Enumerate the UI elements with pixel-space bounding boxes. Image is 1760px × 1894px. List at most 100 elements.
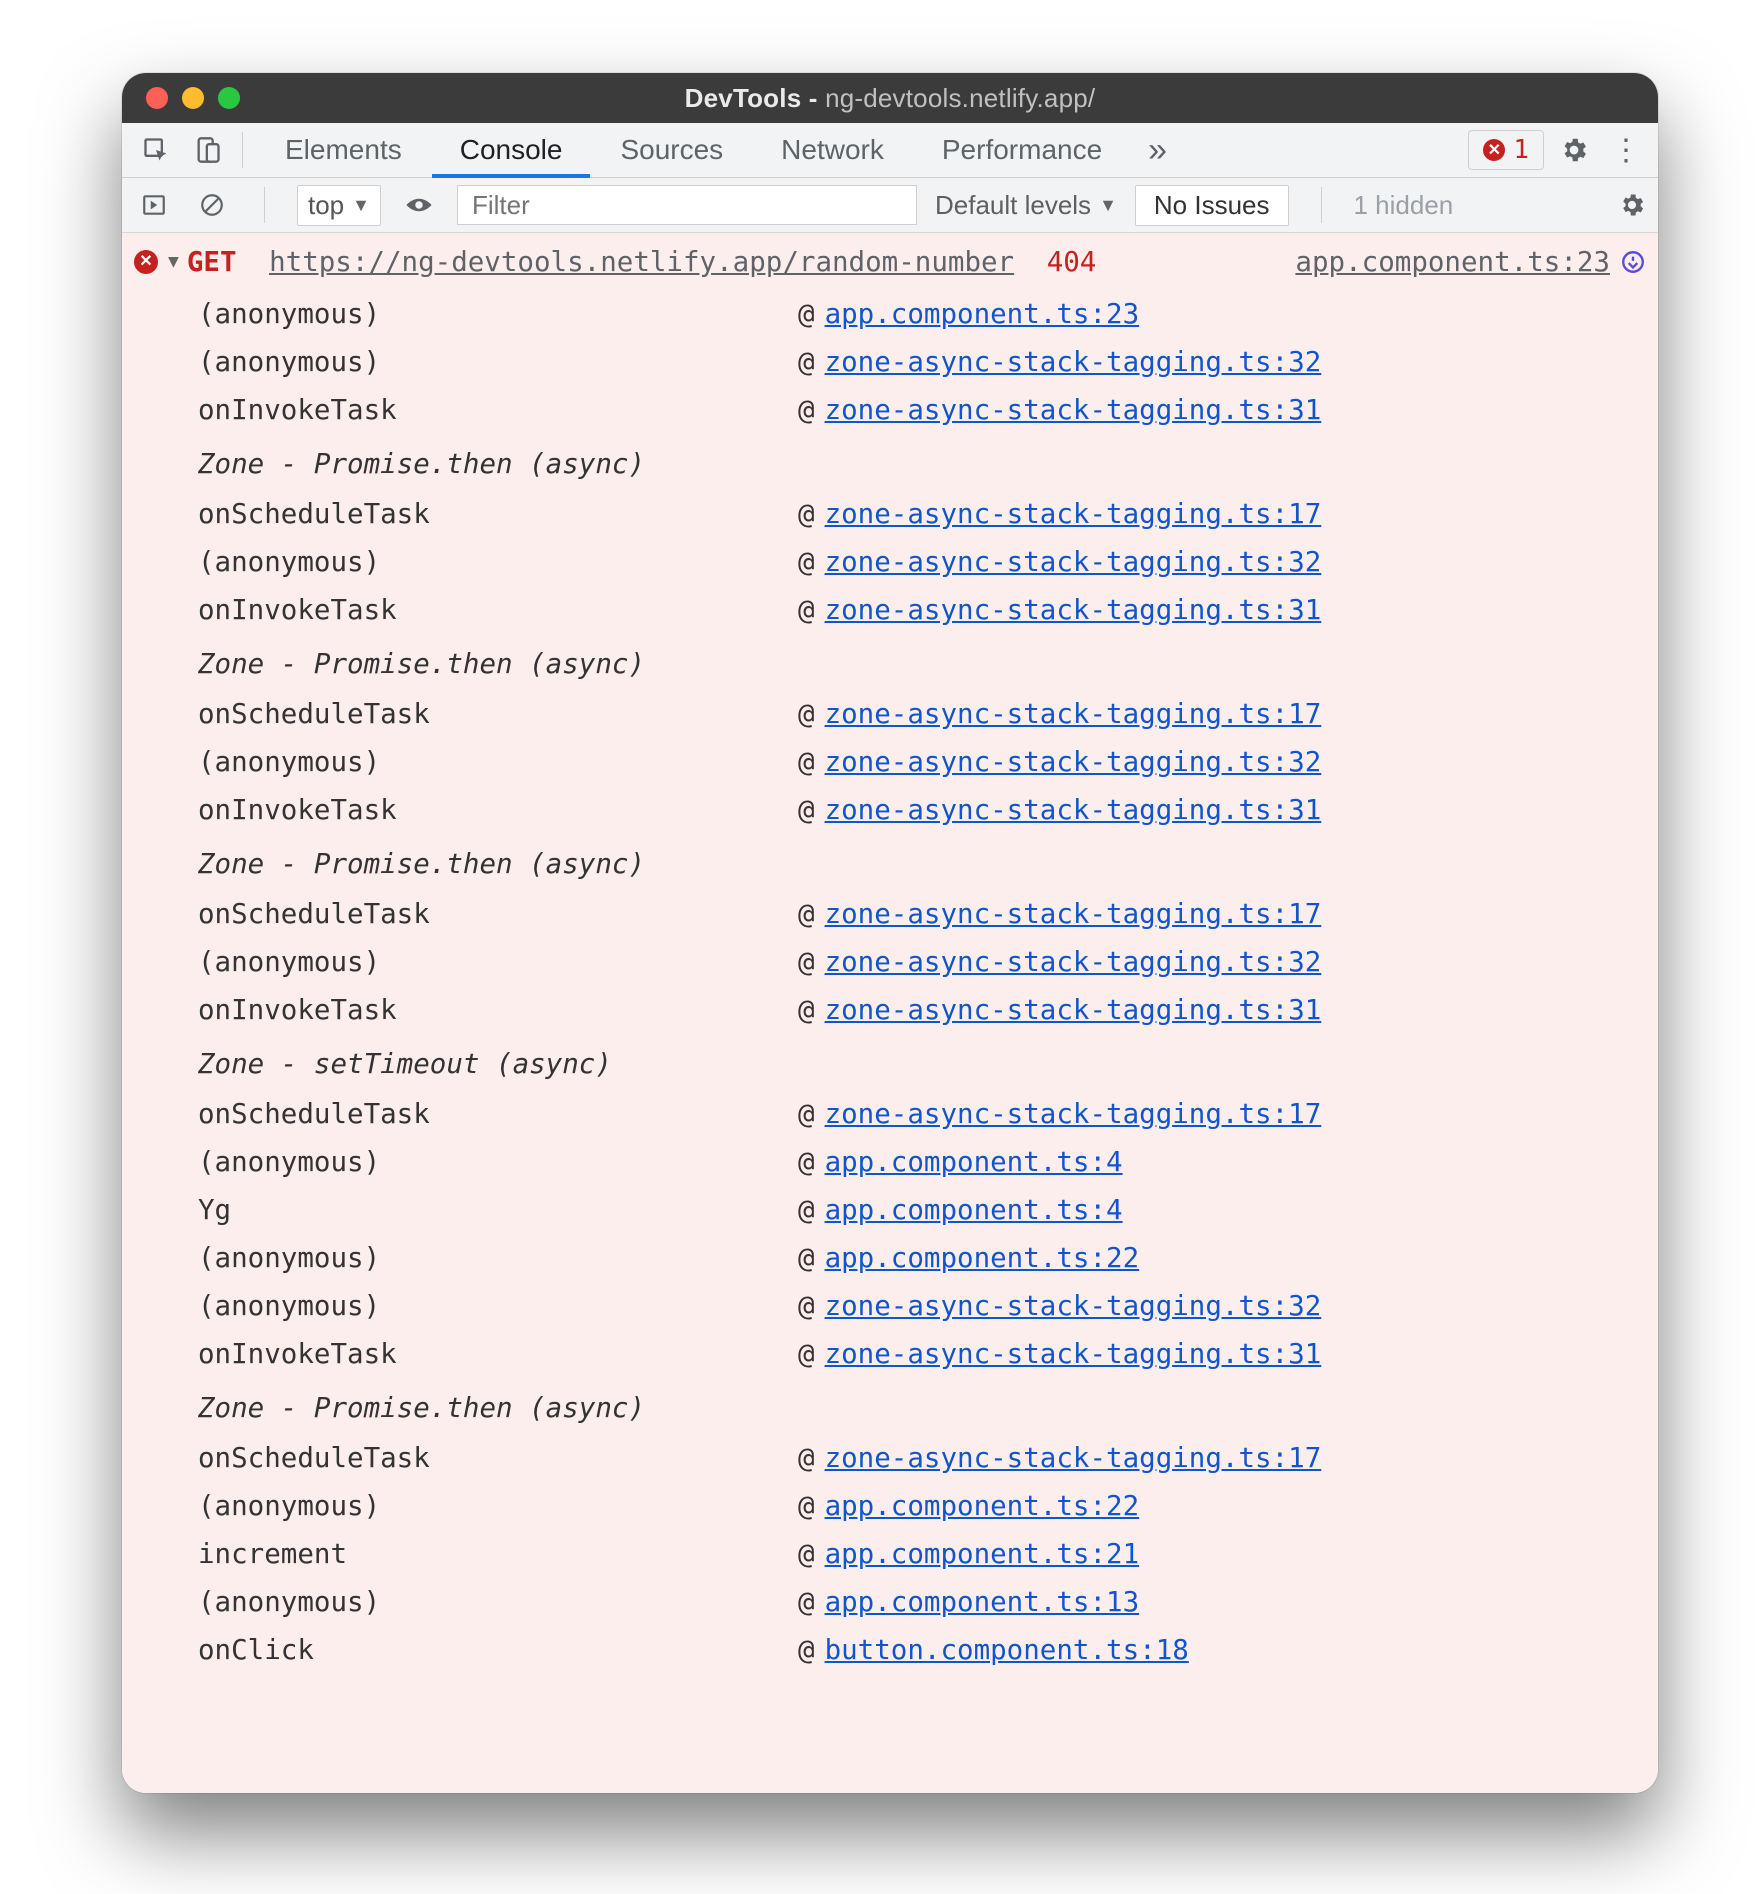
async-boundary-label: Zone - Promise.then (async) [198, 834, 1638, 890]
frame-source-link[interactable]: zone-async-stack-tagging.ts:31 [825, 788, 1322, 832]
title-host: ng-devtools.netlify.app/ [825, 83, 1095, 113]
live-expression-icon[interactable] [399, 185, 439, 225]
levels-label: Default levels [935, 190, 1091, 221]
tab-console[interactable]: Console [432, 123, 591, 177]
frame-function: increment [198, 1532, 798, 1576]
frame-source-link[interactable]: app.component.ts:21 [825, 1532, 1140, 1576]
stack-frame: onInvokeTask@zone-async-stack-tagging.ts… [198, 986, 1638, 1034]
separator [1321, 187, 1322, 223]
stack-frame: Yg@app.component.ts:4 [198, 1186, 1638, 1234]
settings-gear-icon[interactable] [1552, 135, 1596, 165]
frame-source-link[interactable]: app.component.ts:13 [825, 1580, 1140, 1624]
at-symbol: @ [798, 1628, 815, 1672]
error-icon: ✕ [134, 250, 158, 274]
log-levels-selector[interactable]: Default levels ▼ [935, 190, 1117, 221]
more-menu-icon[interactable]: ⋮ [1604, 133, 1648, 168]
frame-function: onScheduleTask [198, 892, 798, 936]
frame-source-link[interactable]: zone-async-stack-tagging.ts:31 [825, 988, 1322, 1032]
request-url-link[interactable]: https://ng-devtools.netlify.app/random-n… [269, 240, 1014, 284]
devtools-window: DevTools - ng-devtools.netlify.app/ Elem… [122, 73, 1658, 1793]
console-output: ✕ ▼ GET https://ng-devtools.netlify.app/… [122, 233, 1658, 1793]
titlebar: DevTools - ng-devtools.netlify.app/ [122, 73, 1658, 123]
context-label: top [308, 190, 344, 221]
tab-network[interactable]: Network [753, 123, 912, 177]
at-symbol: @ [798, 588, 815, 632]
frame-source-link[interactable]: zone-async-stack-tagging.ts:17 [825, 892, 1322, 936]
at-symbol: @ [798, 1188, 815, 1232]
at-symbol: @ [798, 892, 815, 936]
stack-frame: onScheduleTask@zone-async-stack-tagging.… [198, 690, 1638, 738]
frame-function: (anonymous) [198, 940, 798, 984]
toggle-drawer-icon[interactable] [134, 185, 174, 225]
frame-function: (anonymous) [198, 540, 798, 584]
async-boundary-label: Zone - Promise.then (async) [198, 634, 1638, 690]
window-title: DevTools - ng-devtools.netlify.app/ [122, 83, 1658, 114]
frame-source-link[interactable]: zone-async-stack-tagging.ts:32 [825, 540, 1322, 584]
frame-source-link[interactable]: app.component.ts:22 [825, 1236, 1140, 1280]
stack-frame: (anonymous)@zone-async-stack-tagging.ts:… [198, 538, 1638, 586]
stack-frame: onScheduleTask@zone-async-stack-tagging.… [198, 1434, 1638, 1482]
error-header-row: ✕ ▼ GET https://ng-devtools.netlify.app/… [122, 233, 1658, 290]
frame-source-link[interactable]: app.component.ts:4 [825, 1140, 1123, 1184]
stack-frame: increment@app.component.ts:21 [198, 1530, 1638, 1578]
disclosure-triangle-icon[interactable]: ▼ [168, 248, 179, 277]
chevron-down-icon: ▼ [352, 195, 370, 216]
frame-function: Yg [198, 1188, 798, 1232]
frame-function: onInvokeTask [198, 588, 798, 632]
stack-frame: onInvokeTask@zone-async-stack-tagging.ts… [198, 386, 1638, 434]
tab-elements[interactable]: Elements [257, 123, 430, 177]
frame-source-link[interactable]: app.component.ts:22 [825, 1484, 1140, 1528]
context-selector[interactable]: top ▼ [297, 185, 381, 226]
stack-frame: (anonymous)@app.component.ts:22 [198, 1482, 1638, 1530]
at-symbol: @ [798, 540, 815, 584]
frame-source-link[interactable]: zone-async-stack-tagging.ts:32 [825, 340, 1322, 384]
console-toolbar: top ▼ Default levels ▼ No Issues 1 hidde… [122, 178, 1658, 233]
stack-frame: onScheduleTask@zone-async-stack-tagging.… [198, 890, 1638, 938]
frame-source-link[interactable]: zone-async-stack-tagging.ts:31 [825, 1332, 1322, 1376]
at-symbol: @ [798, 740, 815, 784]
stack-frame: onInvokeTask@zone-async-stack-tagging.ts… [198, 786, 1638, 834]
frame-source-link[interactable]: zone-async-stack-tagging.ts:32 [825, 1284, 1322, 1328]
ignore-list-icon[interactable] [1620, 249, 1646, 275]
at-symbol: @ [798, 1484, 815, 1528]
frame-source-link[interactable]: zone-async-stack-tagging.ts:17 [825, 1092, 1322, 1136]
error-count: 1 [1513, 135, 1529, 165]
filter-input[interactable] [457, 185, 917, 225]
at-symbol: @ [798, 1580, 815, 1624]
frame-source-link[interactable]: app.component.ts:4 [825, 1188, 1123, 1232]
http-method: GET [187, 240, 237, 284]
frame-source-link[interactable]: zone-async-stack-tagging.ts:32 [825, 740, 1322, 784]
frame-source-link[interactable]: zone-async-stack-tagging.ts:32 [825, 940, 1322, 984]
stack-frame: (anonymous)@app.component.ts:4 [198, 1138, 1638, 1186]
error-count-pill[interactable]: ✕ 1 [1468, 130, 1544, 170]
frame-source-link[interactable]: zone-async-stack-tagging.ts:17 [825, 692, 1322, 736]
stack-frame: (anonymous)@zone-async-stack-tagging.ts:… [198, 938, 1638, 986]
frame-source-link[interactable]: button.component.ts:18 [825, 1628, 1189, 1672]
clear-console-icon[interactable] [192, 185, 232, 225]
frame-source-link[interactable]: app.component.ts:23 [825, 292, 1140, 336]
tab-performance[interactable]: Performance [914, 123, 1130, 177]
frame-function: onInvokeTask [198, 388, 798, 432]
frame-function: (anonymous) [198, 1140, 798, 1184]
frame-function: onClick [198, 1628, 798, 1672]
overflow-tabs-icon[interactable]: » [1130, 131, 1185, 170]
frame-source-link[interactable]: zone-async-stack-tagging.ts:17 [825, 1436, 1322, 1480]
console-settings-gear-icon[interactable] [1618, 191, 1646, 219]
frame-function: onScheduleTask [198, 692, 798, 736]
stack-frame: (anonymous)@app.component.ts:13 [198, 1578, 1638, 1626]
async-boundary-label: Zone - Promise.then (async) [198, 434, 1638, 490]
at-symbol: @ [798, 1284, 815, 1328]
devtools-tabstrip: ElementsConsoleSourcesNetworkPerformance… [122, 123, 1658, 178]
at-symbol: @ [798, 1236, 815, 1280]
frame-source-link[interactable]: zone-async-stack-tagging.ts:17 [825, 492, 1322, 536]
inspect-element-icon[interactable] [136, 130, 176, 170]
issues-button[interactable]: No Issues [1135, 185, 1289, 226]
frame-source-link[interactable]: zone-async-stack-tagging.ts:31 [825, 588, 1322, 632]
async-boundary-label: Zone - setTimeout (async) [198, 1034, 1638, 1090]
at-symbol: @ [798, 692, 815, 736]
stack-frame: onScheduleTask@zone-async-stack-tagging.… [198, 490, 1638, 538]
origin-source-link[interactable]: app.component.ts:23 [1295, 240, 1610, 284]
device-toolbar-icon[interactable] [188, 130, 228, 170]
tab-sources[interactable]: Sources [592, 123, 751, 177]
frame-source-link[interactable]: zone-async-stack-tagging.ts:31 [825, 388, 1322, 432]
